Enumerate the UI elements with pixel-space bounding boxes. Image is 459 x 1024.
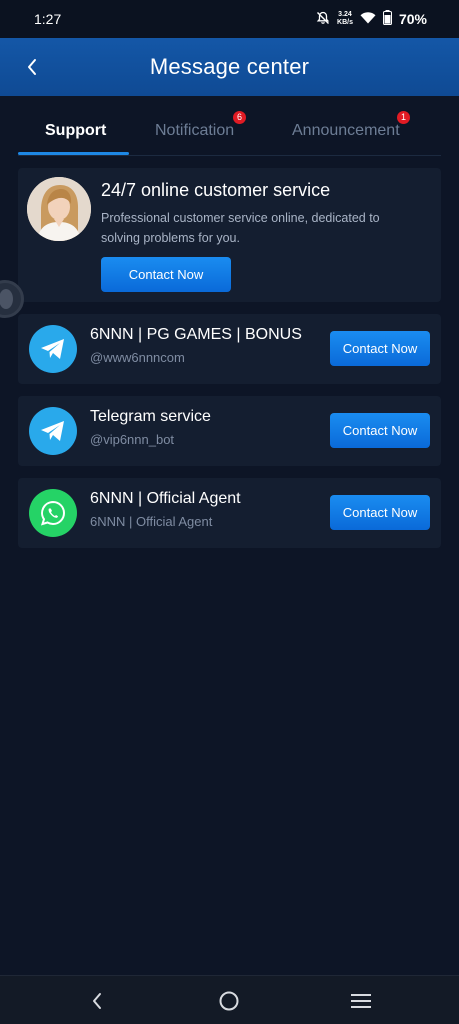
contact-now-button[interactable]: Contact Now [330, 331, 430, 366]
contact-title: 6NNN | PG GAMES | BONUS [90, 326, 302, 343]
system-back-button[interactable] [84, 988, 110, 1014]
status-indicators: 3.24 KB/s 70% [316, 10, 427, 28]
tab-bar: Support Notification 6 Announcement 1 [18, 108, 441, 156]
app-header: Message center [0, 38, 459, 96]
tab-notification[interactable]: Notification [155, 122, 234, 140]
system-navigation-bar [0, 975, 459, 1024]
wifi-icon [360, 11, 376, 27]
contact-handle: 6NNN | Official Agent [90, 514, 213, 529]
whatsapp-icon [29, 489, 77, 537]
battery-percent: 70% [398, 11, 427, 27]
network-speed: 3.24 KB/s [337, 11, 353, 26]
chevron-left-icon [28, 59, 36, 75]
status-time: 1:27 [34, 11, 62, 27]
handle-knob [0, 289, 13, 309]
contact-row: 6NNN | PG GAMES | BONUS @www6nnncom Cont… [18, 314, 441, 384]
announcement-badge: 1 [397, 111, 410, 124]
contact-customer-service-button[interactable]: Contact Now [101, 257, 231, 292]
contact-now-button[interactable]: Contact Now [330, 495, 430, 530]
telegram-icon [29, 325, 77, 373]
contact-handle: @www6nnncom [90, 350, 185, 365]
active-tab-indicator [18, 152, 129, 155]
contact-title: 6NNN | Official Agent [90, 490, 241, 507]
customer-service-description: Professional customer service online, de… [101, 211, 380, 245]
system-home-button[interactable] [216, 988, 242, 1014]
contact-row: 6NNN | Official Agent 6NNN | Official Ag… [18, 478, 441, 548]
menu-icon [351, 994, 371, 1008]
agent-avatar [27, 177, 91, 241]
contact-handle: @vip6nnn_bot [90, 432, 175, 447]
page-title: Message center [149, 54, 310, 79]
system-recents-button[interactable] [348, 988, 374, 1014]
tab-announcement[interactable]: Announcement [292, 122, 400, 140]
customer-service-title: 24/7 online customer service [101, 180, 331, 200]
telegram-icon [29, 407, 77, 455]
customer-service-card: 24/7 online customer service Professiona… [18, 168, 441, 302]
status-bar: 1:27 3.24 KB/s 70% [0, 0, 459, 38]
back-button[interactable] [18, 52, 46, 82]
contact-title: Telegram service [90, 408, 211, 425]
contact-now-button[interactable]: Contact Now [330, 413, 430, 448]
tab-support[interactable]: Support [45, 122, 106, 140]
battery-icon [382, 10, 392, 28]
mute-icon [316, 11, 330, 28]
home-circle-icon [219, 991, 239, 1011]
message-center-screen: 1:27 3.24 KB/s 70% Message center Suppor… [0, 0, 459, 1024]
contact-row: Telegram service @vip6nnn_bot Contact No… [18, 396, 441, 466]
notification-badge: 6 [233, 111, 246, 124]
chevron-left-icon [93, 993, 101, 1009]
